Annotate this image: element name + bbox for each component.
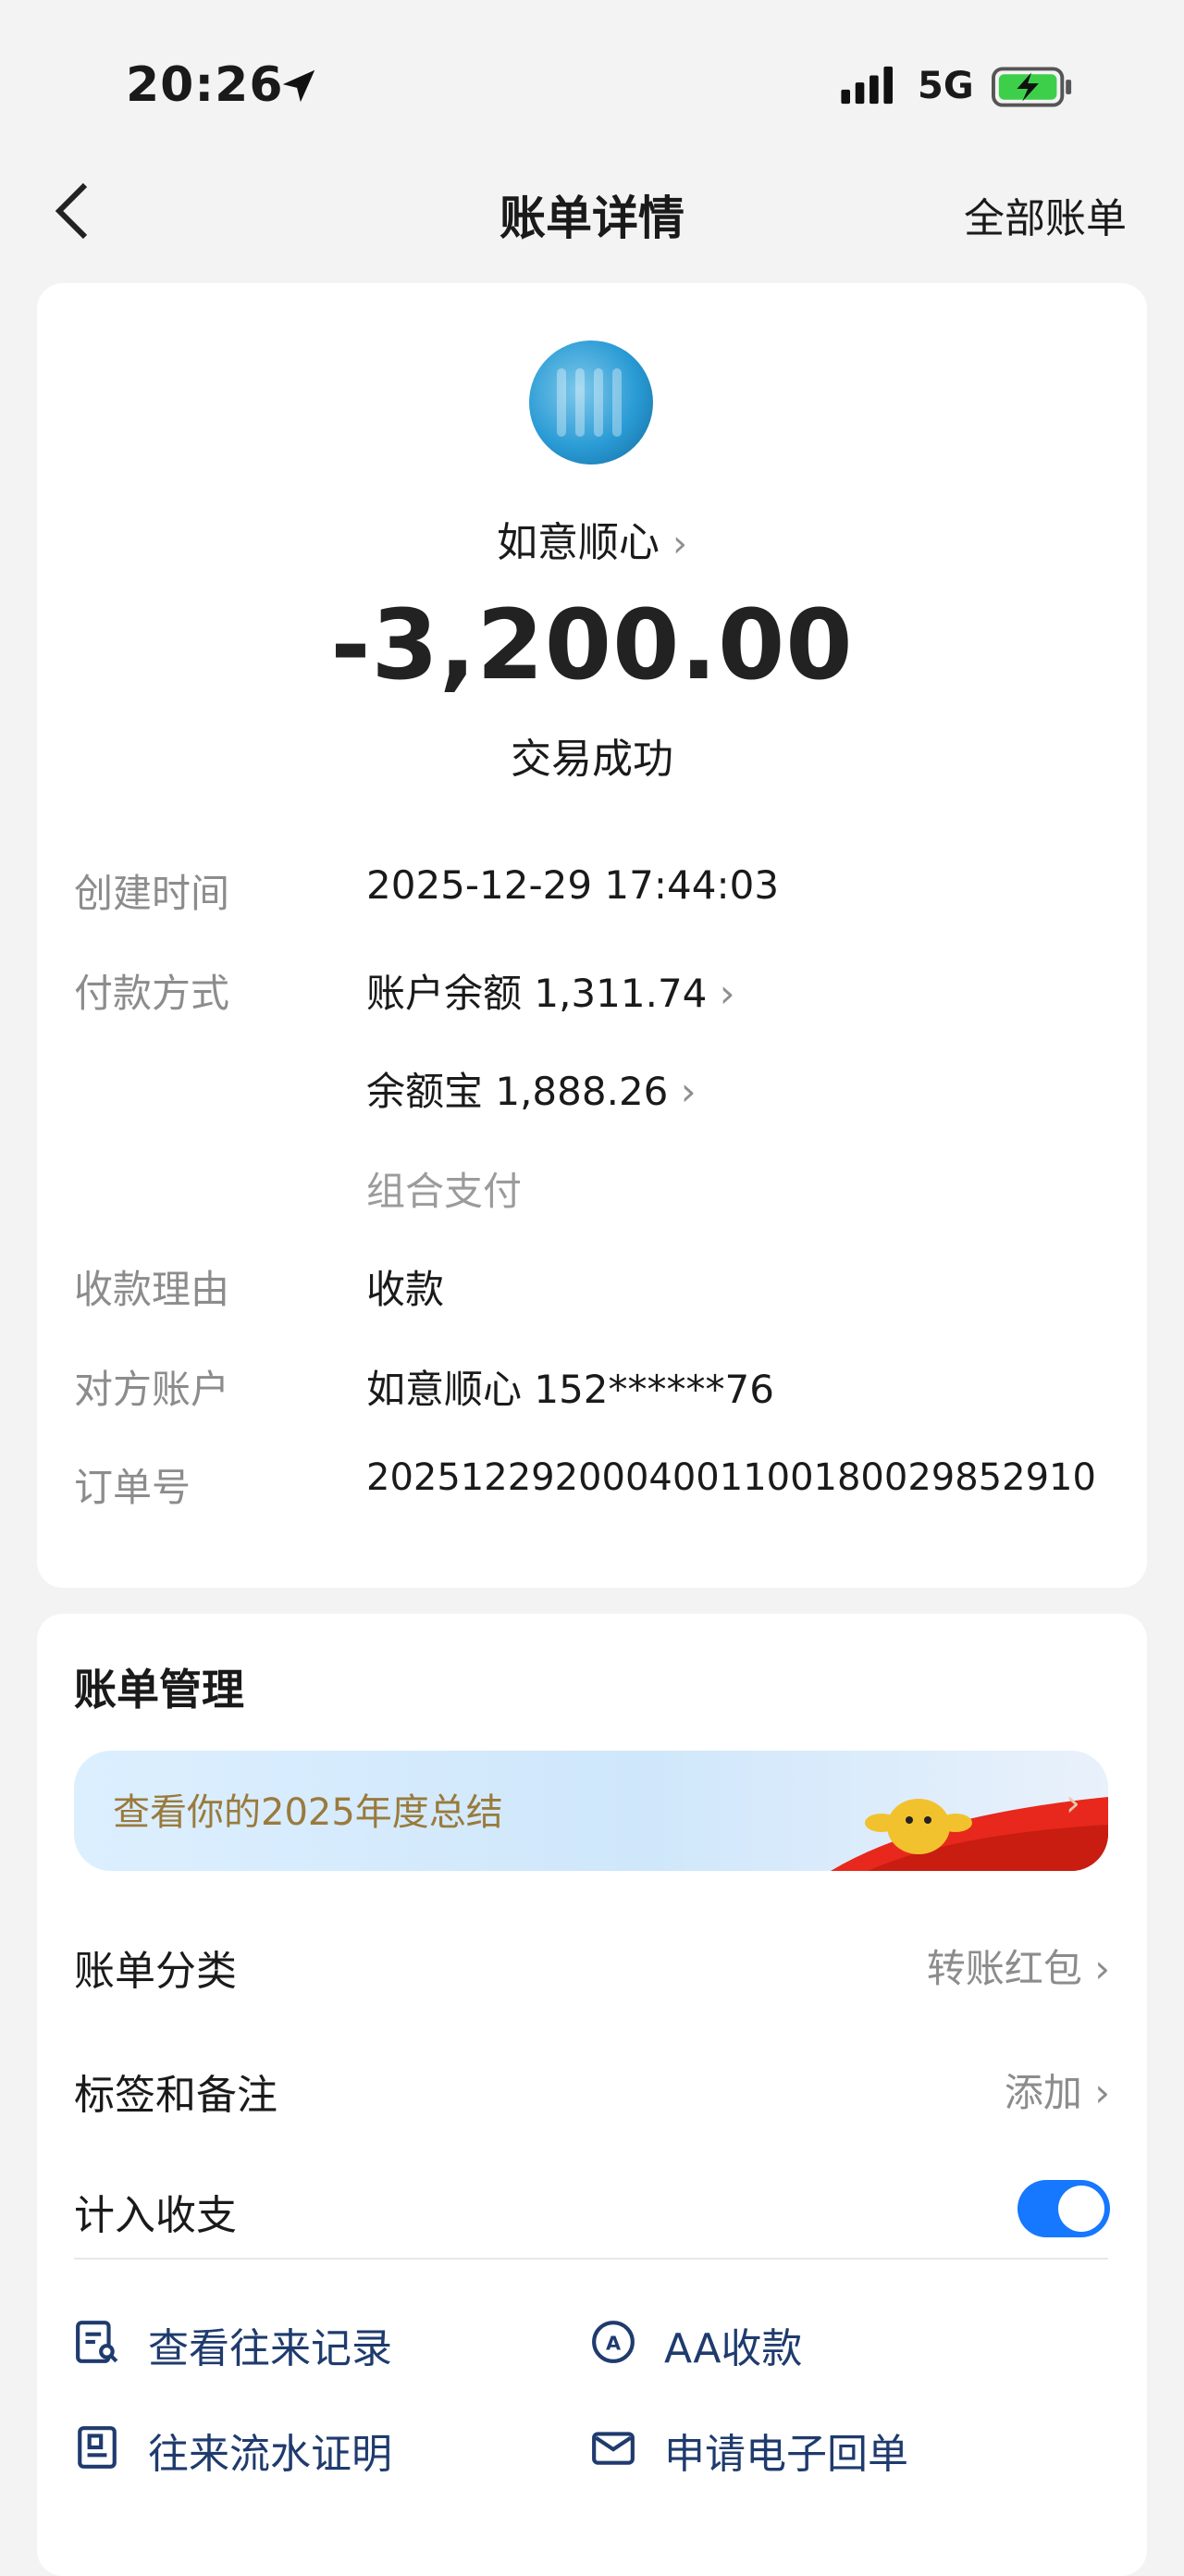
payment-yuebao: 余额宝 1,888.26 <box>366 1069 669 1114</box>
status-time: 20:26 <box>126 57 284 113</box>
category-value: 转账红包 <box>926 1946 1082 1991</box>
mascot-illustration <box>831 1797 1108 1871</box>
statement-proof-icon <box>78 2426 117 2469</box>
chevron-right-icon: › <box>719 971 735 1016</box>
tags-add-link[interactable]: 添加 › <box>1005 2062 1110 2118</box>
reason-label: 收款理由 <box>74 1267 230 1312</box>
envelope-icon <box>592 2432 635 2465</box>
chevron-right-icon: › <box>680 1069 697 1114</box>
order-number-label: 订单号 <box>74 1465 191 1510</box>
aa-collect-icon: A <box>592 2321 635 2363</box>
chevron-right-icon: › <box>1094 2070 1110 2115</box>
record-search-icon <box>76 2321 118 2363</box>
annual-summary-banner[interactable]: 查看你的2025年度总结 › <box>74 1751 1108 1871</box>
counterparty-value: 如意顺心 152******76 <box>366 1367 774 1412</box>
chevron-right-icon: › <box>1066 1782 1080 1825</box>
tags-notes-label: 标签和备注 <box>74 2072 278 2119</box>
order-number-value: 2025122920004001100180029852910 <box>366 1456 1096 1499</box>
created-time-value: 2025-12-29 17:44:03 <box>366 862 780 908</box>
counterparty-label: 对方账户 <box>74 1367 230 1412</box>
section-title: 账单管理 <box>74 1665 244 1715</box>
divider <box>74 2258 1108 2260</box>
category-value-link[interactable]: 转账红包 › <box>927 1938 1110 1994</box>
statement-proof-link[interactable]: 往来流水证明 <box>148 2421 392 2480</box>
svg-text:A: A <box>606 2332 622 2354</box>
payee-avatar[interactable] <box>529 341 653 464</box>
transaction-status: 交易成功 <box>511 736 673 783</box>
include-income-toggle[interactable] <box>1018 2180 1110 2237</box>
network-type: 5G <box>918 65 974 107</box>
battery-charging-icon <box>992 67 1072 107</box>
payment-yuebao-link[interactable]: 余额宝 1,888.26 › <box>366 1060 697 1117</box>
status-bar: 20:26 5G <box>0 0 1184 167</box>
chevron-right-icon: › <box>672 523 687 565</box>
created-time-label: 创建时间 <box>74 871 230 916</box>
payment-method-label: 付款方式 <box>74 971 230 1016</box>
chevron-right-icon: › <box>1094 1946 1110 1991</box>
view-history-link[interactable]: 查看往来记录 <box>148 2315 392 2374</box>
e-receipt-link[interactable]: 申请电子回单 <box>664 2421 908 2480</box>
reason-value: 收款 <box>366 1267 445 1312</box>
payment-balance-link[interactable]: 账户余额 1,311.74 › <box>366 962 735 1019</box>
location-arrow-icon <box>282 69 315 103</box>
include-income-label: 计入收支 <box>74 2192 237 2239</box>
bill-management-card: 账单管理 查看你的2025年度总结 › 账单分类 转账红包 › 标签和备注 添加… <box>37 1614 1147 2576</box>
aa-collect-link[interactable]: AA收款 <box>664 2315 802 2374</box>
signal-icon <box>841 66 893 105</box>
category-label: 账单分类 <box>74 1948 237 1995</box>
payee-name-link[interactable]: 如意顺心 › <box>37 509 1147 568</box>
toggle-knob <box>1058 2186 1104 2232</box>
banner-text: 查看你的2025年度总结 <box>113 1791 503 1834</box>
payment-combined-note: 组合支付 <box>366 1169 523 1214</box>
payment-balance: 账户余额 1,311.74 <box>366 971 708 1016</box>
payee-name: 如意顺心 <box>497 519 660 566</box>
transaction-card: 如意顺心 › -3,200.00 交易成功 创建时间 2025-12-29 17… <box>37 283 1147 1588</box>
tags-value: 添加 <box>1004 2070 1082 2115</box>
all-bills-link[interactable]: 全部账单 <box>964 185 1127 244</box>
transaction-amount: -3,200.00 <box>330 588 854 701</box>
